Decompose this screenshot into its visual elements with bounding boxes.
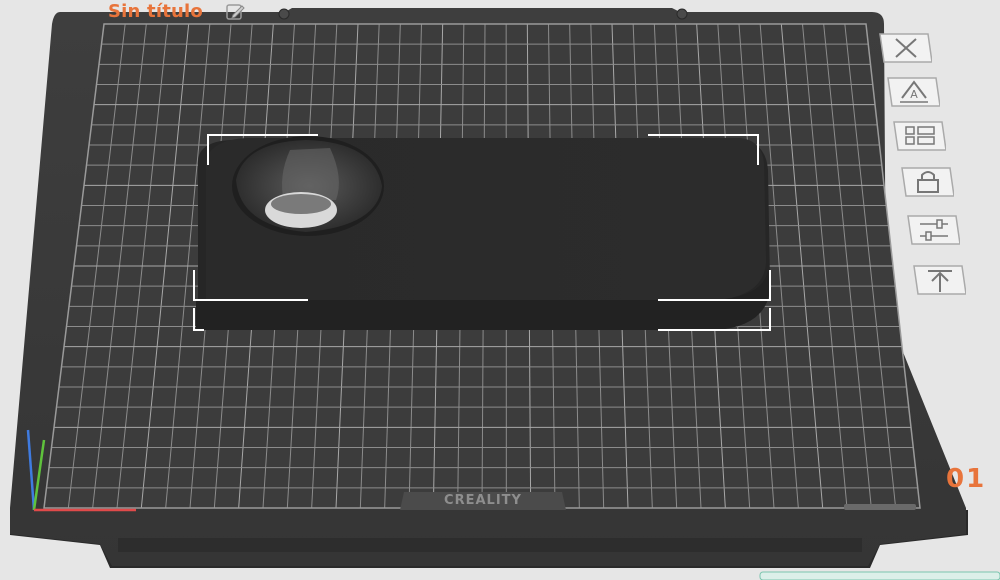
- plate-params-button[interactable]: [904, 212, 960, 248]
- lock-icon: [901, 167, 954, 197]
- lock-plate-button[interactable]: [898, 164, 954, 200]
- plate-title[interactable]: Sin título: [108, 1, 203, 22]
- grid-settings-icon: [893, 121, 946, 151]
- svg-text:A: A: [910, 88, 918, 101]
- brand-logo-text: CREALITY: [444, 493, 522, 508]
- plate-front-strip: [118, 538, 862, 552]
- arrow-up-bar-icon: [913, 265, 966, 295]
- auto-arrange-button[interactable]: A: [884, 74, 940, 110]
- plate-number[interactable]: 01: [946, 464, 986, 494]
- arrange-a-icon: A: [887, 77, 940, 107]
- sliders-icon: [907, 215, 960, 245]
- close-x-icon: [879, 33, 932, 63]
- plate-settings-button[interactable]: [890, 118, 946, 154]
- edit-pencil-icon[interactable]: [226, 3, 246, 21]
- lay-on-face-button[interactable]: [910, 262, 966, 298]
- delete-plate-button[interactable]: [876, 30, 932, 66]
